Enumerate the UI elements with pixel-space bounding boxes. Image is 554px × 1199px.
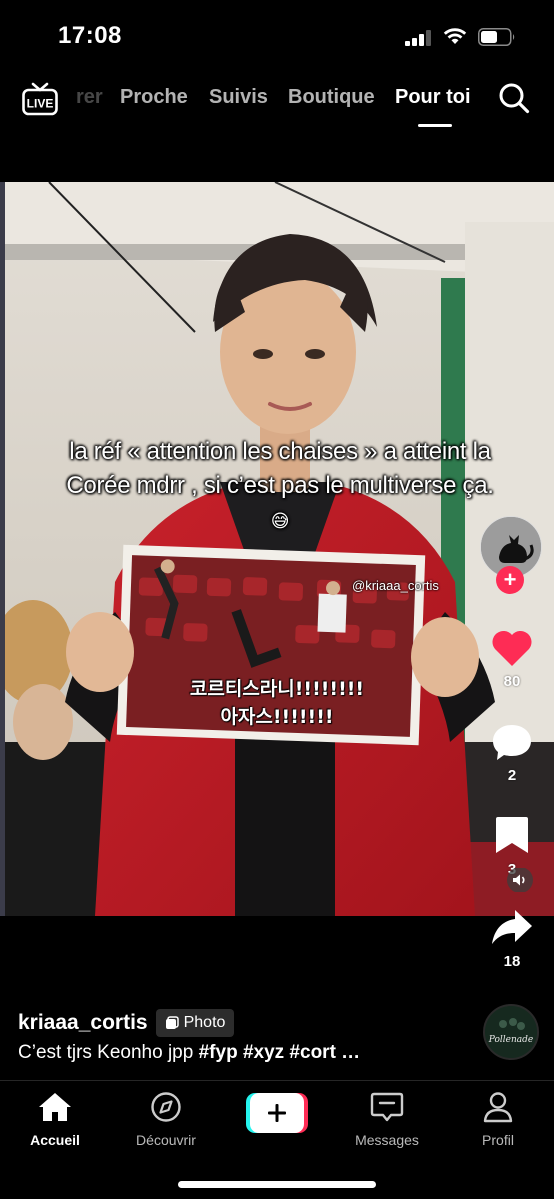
search-icon[interactable] xyxy=(498,82,530,114)
music-disc[interactable]: Pollenade xyxy=(483,1004,539,1060)
post-overlay-caption: la réf « attention les chaises » a attei… xyxy=(66,438,494,531)
live-icon[interactable]: LIVE xyxy=(22,82,58,116)
battery-icon xyxy=(478,28,515,46)
tab-boutique[interactable]: Boutique xyxy=(288,86,375,109)
description-text: C’est tjrs Keonho jpp xyxy=(18,1042,194,1063)
tab-partial[interactable]: rer xyxy=(76,86,103,109)
author-name[interactable]: kriaaa_cortis xyxy=(18,1011,148,1035)
wifi-icon xyxy=(443,28,467,44)
nav-home[interactable]: Accueil xyxy=(10,1091,100,1148)
bookmark-icon xyxy=(496,817,528,853)
post-description[interactable]: C’est tjrs Keonho jpp #fyp #xyz #cort … xyxy=(18,1042,360,1064)
nav-home-label: Accueil xyxy=(30,1132,80,1148)
comment-bubble-icon xyxy=(493,725,531,760)
svg-text:Pollenade: Pollenade xyxy=(488,1035,533,1045)
author-row: kriaaa_cortis Photo xyxy=(18,1008,235,1038)
active-tab-indicator xyxy=(418,124,452,127)
share-count: 18 xyxy=(503,953,521,970)
music-cover-art: Pollenade xyxy=(485,1006,537,1058)
nav-profile[interactable]: Profil xyxy=(453,1091,543,1148)
status-bar: 17:08 xyxy=(0,0,554,70)
like-count: 80 xyxy=(503,673,521,690)
follow-plus-button[interactable]: + xyxy=(496,566,524,594)
home-indicator xyxy=(178,1181,376,1188)
like-button[interactable]: 80 xyxy=(484,628,540,690)
compass-icon xyxy=(151,1092,181,1122)
create-post-button[interactable] xyxy=(246,1093,308,1133)
cellular-signal-icon xyxy=(405,30,431,46)
top-feed-nav: LIVE rer Proche Suivis Boutique Pour toi xyxy=(0,72,554,128)
share-button[interactable]: 18 xyxy=(484,906,540,970)
photo-stack-icon xyxy=(165,1016,179,1029)
share-arrow-icon xyxy=(492,910,532,944)
overlay-emoji: 😅 xyxy=(270,511,290,531)
nav-messages[interactable]: Messages xyxy=(342,1091,432,1148)
photo-badge: Photo xyxy=(155,1009,235,1037)
photo-illustration xyxy=(5,182,554,916)
sign-text: 코르티스라니!!!!!!!! 아자스!!!!!!! xyxy=(162,675,392,731)
status-time: 17:08 xyxy=(58,22,122,49)
home-icon xyxy=(39,1093,71,1121)
nav-discover[interactable]: Découvrir xyxy=(121,1091,211,1148)
tab-suivis[interactable]: Suivis xyxy=(209,86,268,109)
nav-messages-label: Messages xyxy=(355,1132,419,1148)
svg-text:LIVE: LIVE xyxy=(27,97,54,111)
tab-proche[interactable]: Proche xyxy=(120,86,188,109)
hashtags[interactable]: #fyp #xyz #cort … xyxy=(199,1042,361,1063)
inbox-icon xyxy=(370,1092,404,1122)
post-photo[interactable] xyxy=(5,182,554,916)
comment-count: 2 xyxy=(507,767,517,784)
comment-button[interactable]: 2 xyxy=(484,722,540,784)
sign-text-line-2: 아자스!!!!!!! xyxy=(220,706,334,728)
nav-discover-label: Découvrir xyxy=(136,1132,196,1148)
tab-pour-toi[interactable]: Pour toi xyxy=(395,86,471,109)
sign-text-line-1: 코르티스라니!!!!!!!! xyxy=(189,678,365,700)
volume-icon[interactable] xyxy=(506,868,534,892)
nav-profile-label: Profil xyxy=(482,1132,514,1148)
creator-avatar[interactable]: + xyxy=(480,516,542,594)
heart-icon xyxy=(492,630,532,666)
photo-badge-label: Photo xyxy=(183,1014,226,1031)
creator-watermark: @kriaaa_cortis xyxy=(352,578,439,593)
profile-icon xyxy=(483,1092,513,1123)
